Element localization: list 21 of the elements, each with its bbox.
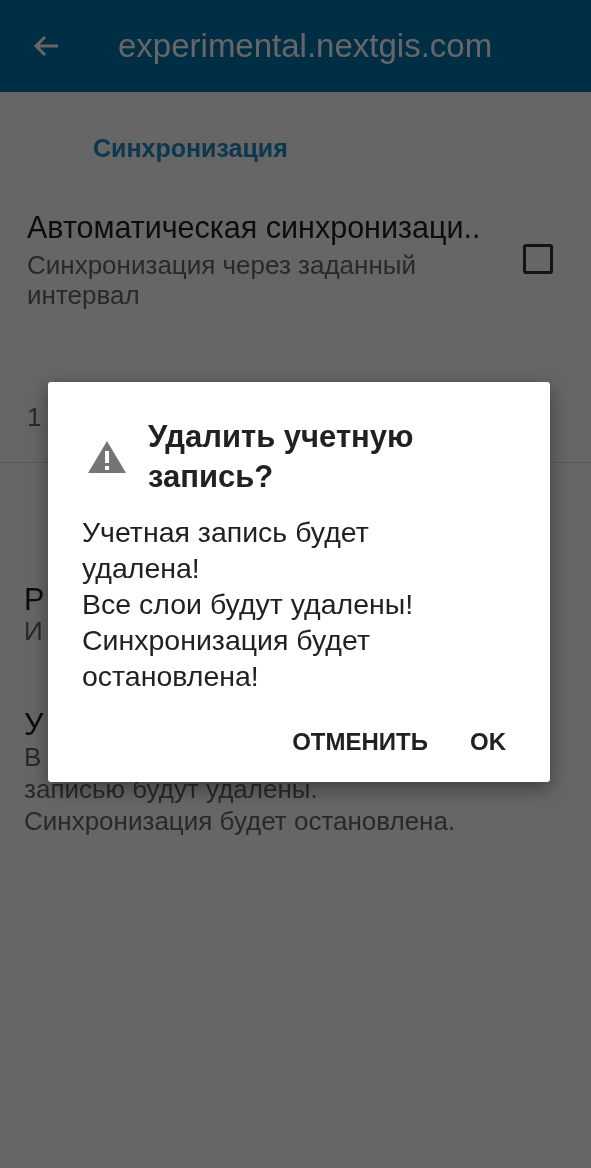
preference-title: Р: [24, 582, 45, 616]
dialog-message: Все слои будут удалены!: [82, 587, 414, 622]
dialog-button[interactable]: OK: [460, 720, 516, 764]
dialog-title: Удалить учетную запись?: [148, 418, 415, 496]
preference-summary: интервал: [27, 280, 140, 310]
preference-title: У: [24, 707, 44, 741]
warning-icon: [87, 440, 127, 474]
preference-summary: Синхронизация через заданный: [27, 250, 416, 280]
preference-summary: Синхронизация будет остановлена.: [24, 805, 456, 837]
preference-title: Автоматическая синхронизаци..: [27, 210, 481, 244]
dialog-message: Учетная запись будет удалена!: [82, 515, 370, 586]
preference-summary: В: [24, 741, 42, 773]
preference-summary: записью будут удалены.: [24, 773, 318, 805]
dialog-button[interactable]: ОТМЕНИТЬ: [282, 720, 438, 764]
preference-summary: И: [24, 616, 43, 646]
preference-summary: 1: [27, 402, 42, 432]
dialog-message: Синхронизация будет остановлена!: [82, 623, 371, 694]
checkbox[interactable]: [523, 244, 553, 274]
category-heading: Синхронизация: [93, 133, 288, 163]
back-arrow-icon[interactable]: [32, 34, 60, 58]
app-title: experimental.nextgis.com: [118, 27, 493, 65]
